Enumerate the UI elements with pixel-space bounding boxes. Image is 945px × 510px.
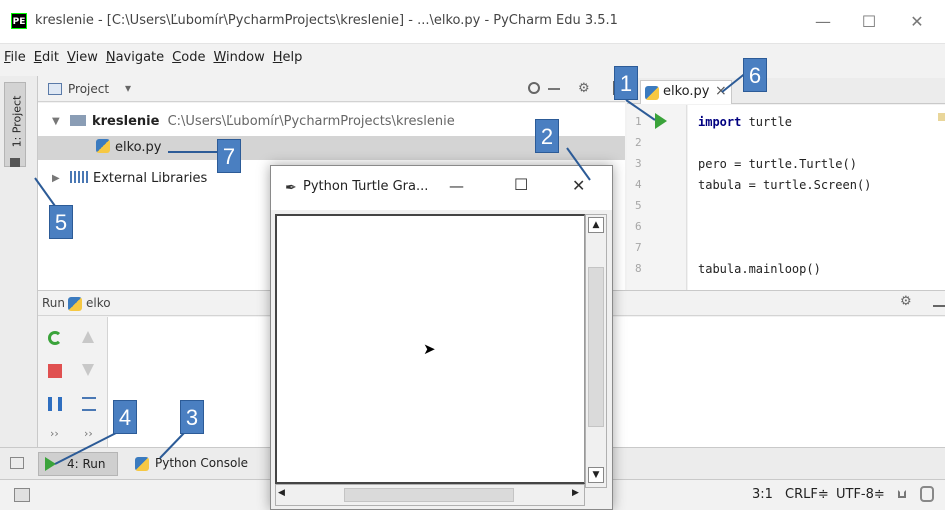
callout-1: 1 [614, 66, 638, 100]
callout-4: 4 [113, 400, 137, 434]
callout-lines [34, 71, 748, 465]
callout-7: 7 [217, 139, 241, 173]
callout-6: 6 [743, 58, 767, 92]
callout-5: 5 [49, 205, 73, 239]
callout-2: 2 [535, 119, 559, 153]
callout-3: 3 [180, 400, 204, 434]
